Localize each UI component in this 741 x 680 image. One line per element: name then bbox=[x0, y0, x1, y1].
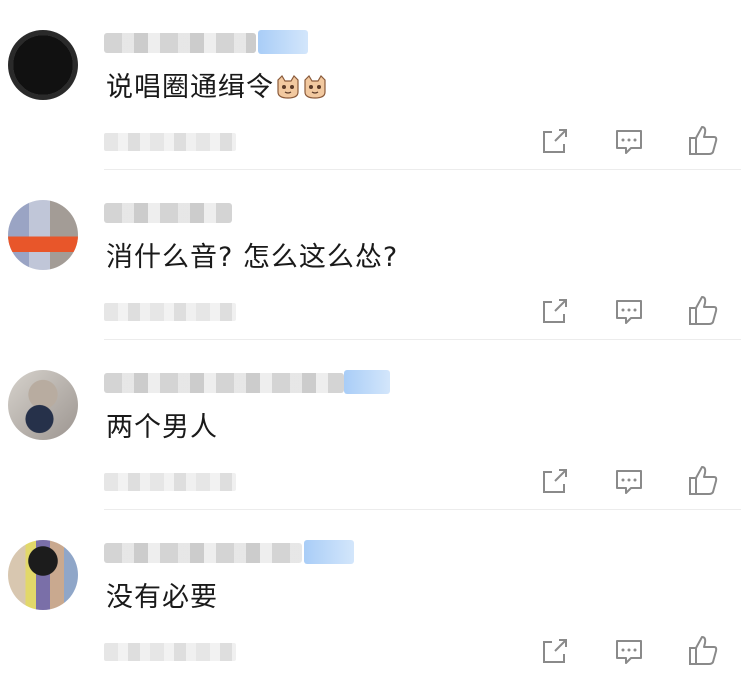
share-button[interactable] bbox=[538, 294, 572, 328]
share-icon bbox=[543, 469, 567, 493]
avatar[interactable] bbox=[8, 30, 78, 100]
like-button[interactable] bbox=[686, 124, 720, 158]
comment-actions bbox=[530, 464, 730, 498]
avatar[interactable] bbox=[8, 200, 78, 270]
reply-button[interactable] bbox=[612, 464, 646, 498]
timestamp-blurred bbox=[104, 643, 236, 661]
comment-item: 消什么音? 怎么这么怂? bbox=[0, 170, 741, 340]
thumbs-up-icon bbox=[689, 636, 718, 665]
vip-badge bbox=[258, 30, 308, 54]
comment-actions bbox=[530, 294, 730, 328]
comment-actions bbox=[530, 634, 730, 668]
share-button[interactable] bbox=[538, 634, 572, 668]
timestamp-blurred bbox=[104, 303, 236, 321]
username-blurred[interactable] bbox=[104, 373, 344, 393]
cat-face-emoji-icon bbox=[304, 75, 326, 99]
username-blurred[interactable] bbox=[104, 543, 302, 563]
comment-item: 说唱圈通缉令 bbox=[0, 0, 741, 170]
avatar[interactable] bbox=[8, 540, 78, 610]
comment-text-content: 两个男人 bbox=[106, 412, 218, 443]
vip-badge bbox=[344, 370, 390, 394]
comment-item: 没有必要 bbox=[0, 510, 741, 680]
reply-button[interactable] bbox=[612, 294, 646, 328]
avatar-image bbox=[8, 370, 78, 440]
comment-icon bbox=[616, 130, 642, 154]
timestamp-blurred bbox=[104, 133, 236, 151]
username-blurred[interactable] bbox=[104, 33, 256, 53]
comment-icon bbox=[616, 300, 642, 324]
like-button[interactable] bbox=[686, 294, 720, 328]
thumbs-up-icon bbox=[689, 466, 718, 495]
comment-text-content: 没有必要 bbox=[106, 582, 218, 613]
share-icon bbox=[543, 129, 567, 153]
share-icon bbox=[543, 639, 567, 663]
reply-button[interactable] bbox=[612, 124, 646, 158]
share-button[interactable] bbox=[538, 124, 572, 158]
comment-icon bbox=[616, 640, 642, 664]
avatar-image bbox=[8, 200, 78, 270]
comment-text: 说唱圈通缉令 bbox=[106, 70, 328, 106]
comment-text: 消什么音? 怎么这么怂? bbox=[106, 240, 398, 276]
thumbs-up-icon bbox=[689, 126, 718, 155]
thumbs-up-icon bbox=[689, 296, 718, 325]
comment-actions bbox=[530, 124, 730, 158]
avatar-image bbox=[8, 30, 78, 100]
username-blurred[interactable] bbox=[104, 203, 232, 223]
avatar[interactable] bbox=[8, 370, 78, 440]
avatar-image bbox=[8, 540, 78, 610]
comment-text: 没有必要 bbox=[106, 580, 218, 616]
comment-item: 两个男人 bbox=[0, 340, 741, 510]
share-icon bbox=[543, 299, 567, 323]
reply-button[interactable] bbox=[612, 634, 646, 668]
comment-text-content: 说唱圈通缉令 bbox=[106, 72, 274, 103]
share-button[interactable] bbox=[538, 464, 572, 498]
like-button[interactable] bbox=[686, 464, 720, 498]
comment-icon bbox=[616, 470, 642, 494]
timestamp-blurred bbox=[104, 473, 236, 491]
cat-face-emoji-icon bbox=[277, 75, 299, 99]
comment-text: 两个男人 bbox=[106, 410, 218, 446]
like-button[interactable] bbox=[686, 634, 720, 668]
vip-badge bbox=[304, 540, 354, 564]
comment-text-content: 消什么音? 怎么这么怂? bbox=[106, 242, 399, 273]
